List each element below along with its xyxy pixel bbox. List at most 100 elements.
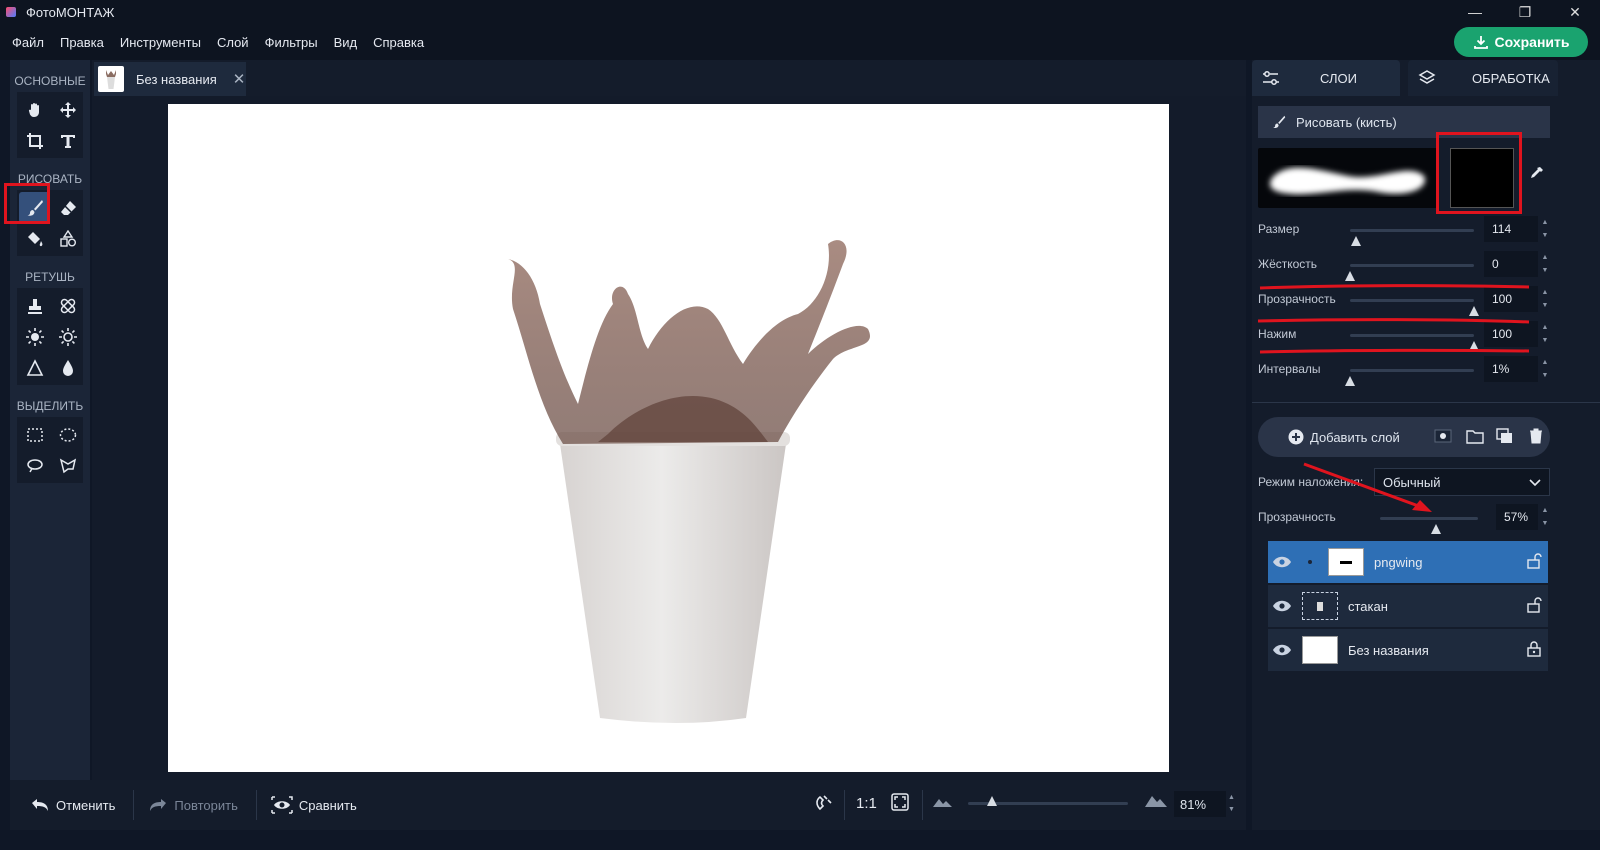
fit-screen-button[interactable]: [890, 792, 910, 815]
menu-view[interactable]: Вид: [334, 35, 358, 50]
menu-help[interactable]: Справка: [373, 35, 424, 50]
fill-tool[interactable]: [19, 223, 50, 254]
shapes-tool[interactable]: [52, 223, 83, 254]
text-tool[interactable]: [52, 125, 83, 156]
redo-button[interactable]: Повторить: [148, 797, 238, 813]
hardness-value[interactable]: 0: [1484, 251, 1538, 277]
brush-tool[interactable]: [19, 192, 50, 223]
undo-button[interactable]: Отменить: [30, 797, 115, 813]
menu-edit[interactable]: Правка: [60, 35, 104, 50]
spacing-value[interactable]: 1%: [1484, 356, 1538, 382]
tab-processing[interactable]: ОБРАБОТКА: [1408, 60, 1558, 96]
layer-opacity-spinner[interactable]: ▲ ▼: [1540, 504, 1550, 530]
delete-layer-button[interactable]: [1528, 428, 1544, 447]
brush-color-swatch[interactable]: [1450, 148, 1514, 208]
tab-layers[interactable]: СЛОИ: [1252, 60, 1400, 96]
document-tab[interactable]: Без названия ✕: [94, 62, 246, 96]
size-value[interactable]: 114: [1484, 216, 1538, 242]
download-icon: [1473, 36, 1488, 49]
eye-icon[interactable]: [1272, 555, 1292, 569]
menu-layer[interactable]: Слой: [217, 35, 249, 50]
window-title: ФотоМОНТАЖ: [26, 4, 115, 20]
triangle-icon: [26, 358, 43, 376]
menu-tools[interactable]: Инструменты: [120, 35, 201, 50]
unlock-icon[interactable]: [1526, 553, 1542, 569]
zoom-spinner[interactable]: ▲ ▼: [1228, 792, 1235, 816]
redo-label: Повторить: [174, 797, 238, 813]
document-thumbnail: [98, 66, 124, 92]
move-tool[interactable]: [52, 94, 83, 125]
add-mask-button[interactable]: [1434, 429, 1452, 446]
ellipse-select-tool[interactable]: [52, 419, 83, 450]
sliders-icon: [1263, 71, 1279, 85]
menu-file[interactable]: Файл: [12, 35, 44, 50]
hardness-spinner[interactable]: ▲ ▼: [1540, 251, 1550, 277]
stamp-tool[interactable]: [19, 290, 50, 321]
lock-icon[interactable]: [1526, 641, 1542, 657]
size-spinner[interactable]: ▲ ▼: [1540, 216, 1550, 242]
sharpen-tool[interactable]: [19, 352, 50, 383]
image-canvas[interactable]: [168, 104, 1169, 772]
zoom-in-icon[interactable]: [1144, 792, 1168, 811]
compare-button[interactable]: Сравнить: [271, 796, 357, 814]
lasso-tool[interactable]: [19, 450, 50, 481]
zoom-slider-knob[interactable]: [987, 796, 998, 806]
size-slider[interactable]: [1350, 229, 1474, 246]
brush-preview[interactable]: [1258, 148, 1438, 208]
polygon-lasso-tool[interactable]: [52, 450, 83, 481]
app-logo-icon: [6, 7, 16, 17]
duplicate-layer-button[interactable]: [1496, 427, 1514, 447]
maximize-button[interactable]: ❐: [1500, 0, 1550, 24]
brush-tool-title: Рисовать (кисть): [1296, 114, 1397, 130]
darken-tool[interactable]: [52, 321, 83, 352]
slider-knob[interactable]: [1345, 376, 1355, 386]
eye-icon[interactable]: [1272, 599, 1292, 613]
paint-bucket-icon: [27, 231, 42, 246]
unlock-icon[interactable]: [1526, 597, 1542, 613]
healing-tool[interactable]: [52, 290, 83, 321]
brush-icon: [1273, 115, 1286, 129]
eraser-tool[interactable]: [52, 192, 83, 223]
param-label: Интервалы: [1258, 362, 1321, 376]
folder-button[interactable]: [1466, 428, 1484, 447]
fit-magnet-button[interactable]: [814, 792, 834, 815]
eye-icon[interactable]: [1272, 643, 1292, 657]
hand-icon: [28, 102, 39, 117]
zoom-slider[interactable]: [968, 796, 1128, 806]
hand-tool[interactable]: [19, 94, 50, 125]
add-layer-button[interactable]: Добавить слой: [1288, 429, 1400, 445]
eyedropper-button[interactable]: [1528, 166, 1544, 185]
close-tab-icon[interactable]: ✕: [233, 70, 246, 88]
layer-item-pngwing[interactable]: pngwing: [1268, 541, 1548, 583]
bandage-icon: [60, 298, 75, 313]
save-button[interactable]: Сохранить: [1454, 27, 1588, 57]
slider-knob[interactable]: [1430, 524, 1441, 534]
crop-tool[interactable]: [19, 125, 50, 156]
document-tab-bar: Без названия ✕: [92, 60, 1246, 96]
param-label: Жёсткость: [1258, 257, 1318, 271]
minimize-button[interactable]: —: [1450, 0, 1500, 24]
layer-item-background[interactable]: Без названия: [1268, 629, 1548, 671]
trash-icon: [1529, 428, 1542, 443]
zoom-out-icon[interactable]: [932, 794, 954, 811]
brush-icon: [27, 199, 43, 216]
layer-thumbnail: [1302, 592, 1338, 620]
hardness-slider[interactable]: [1345, 264, 1474, 281]
compare-label: Сравнить: [298, 797, 357, 813]
right-panel: СЛОИ ОБРАБОТКА Рисовать (кисть) Размер 1…: [1252, 60, 1600, 830]
bottom-divider: [844, 790, 845, 820]
spacing-spinner[interactable]: ▲ ▼: [1540, 356, 1550, 382]
slider-knob[interactable]: [1351, 236, 1362, 246]
spacing-slider[interactable]: [1345, 369, 1474, 386]
layer-name: pngwing: [1374, 554, 1423, 570]
rect-select-tool[interactable]: [19, 419, 50, 450]
zoom-value-field[interactable]: 81%: [1174, 791, 1226, 817]
layer-opacity-value[interactable]: 57%: [1496, 504, 1538, 530]
close-window-button[interactable]: ✕: [1550, 0, 1600, 24]
brighten-tool[interactable]: [19, 321, 50, 352]
menu-filters[interactable]: Фильтры: [265, 35, 318, 50]
blur-tool[interactable]: [52, 352, 83, 383]
actual-size-button[interactable]: 1:1: [856, 795, 877, 812]
layer-item-cup[interactable]: стакан: [1268, 585, 1548, 627]
section-draw: РИСОВАТЬ: [17, 172, 83, 186]
